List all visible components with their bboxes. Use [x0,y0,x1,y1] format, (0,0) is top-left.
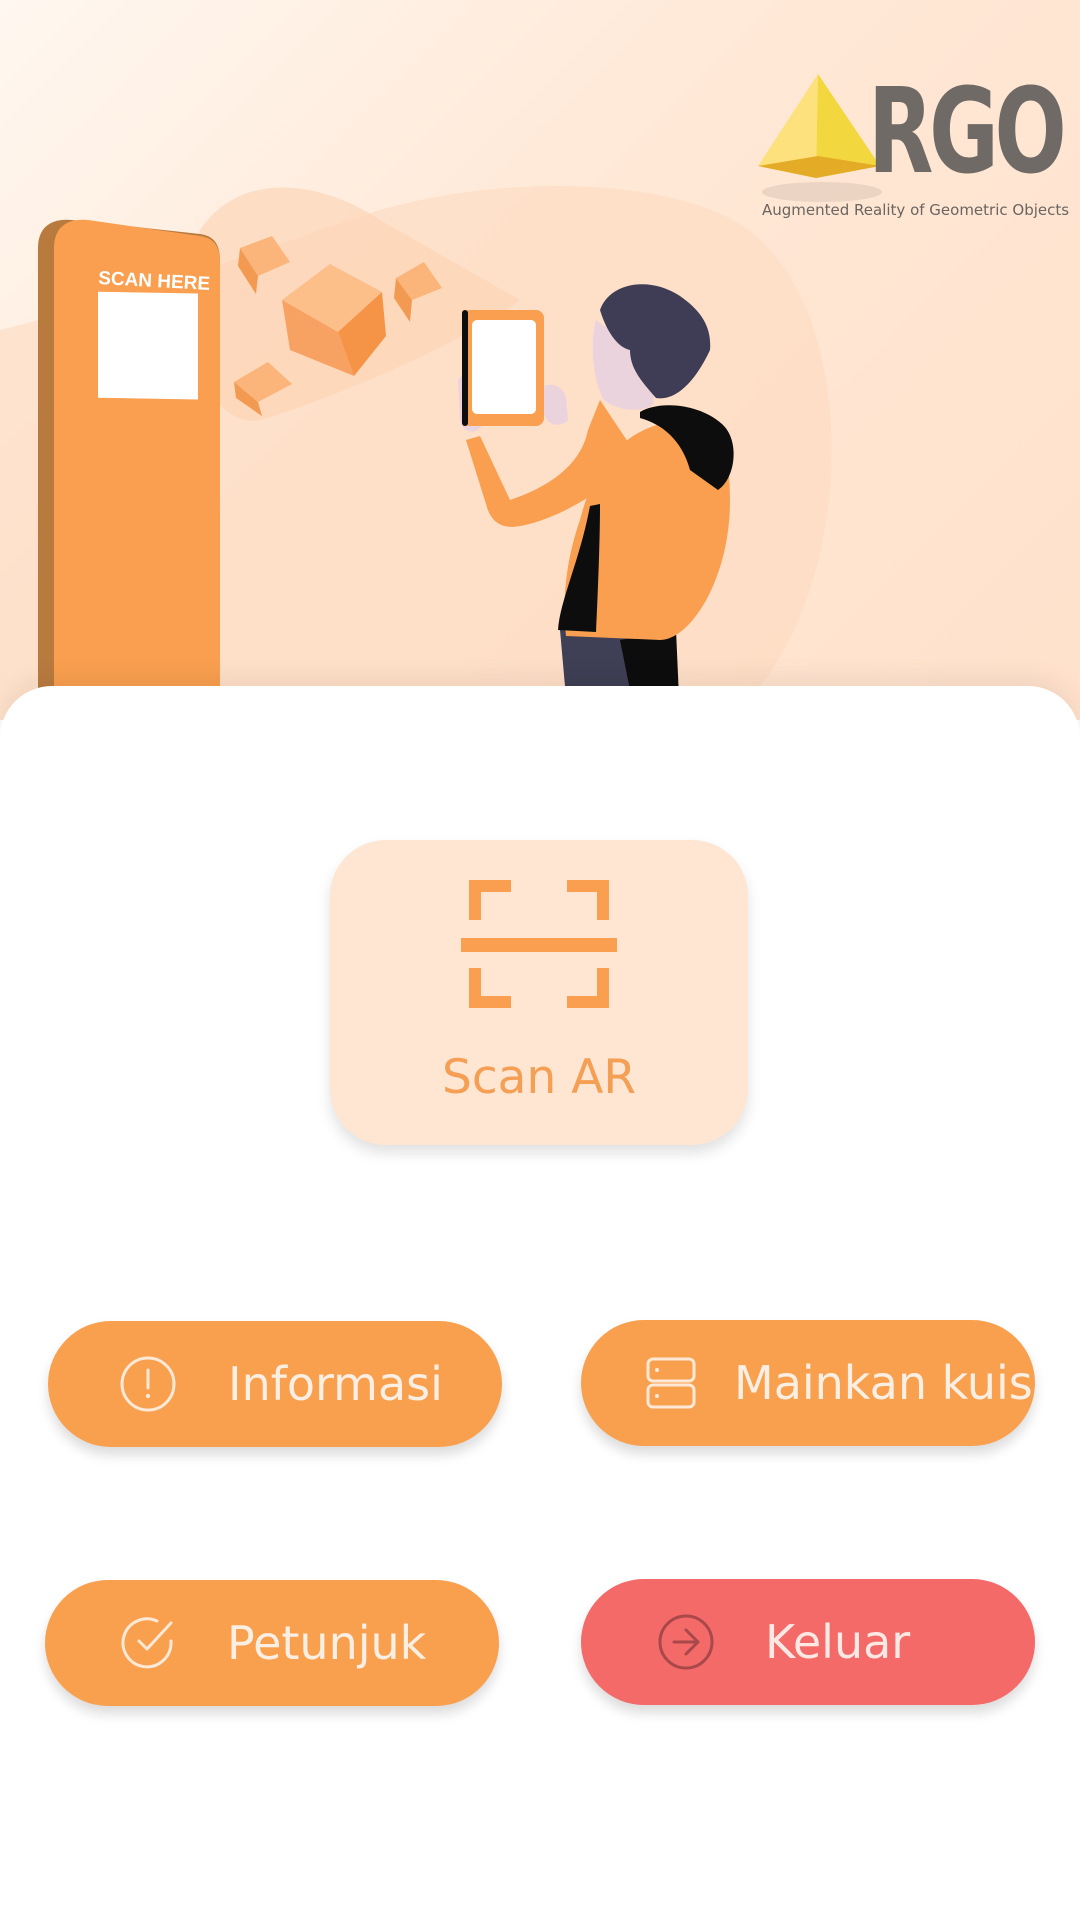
scan-ar-label: Scan AR [441,1050,636,1105]
keluar-button[interactable]: Keluar [581,1579,1035,1705]
keluar-label: Keluar [765,1615,911,1669]
mainkan-kuis-button[interactable]: Mainkan kuis [581,1320,1035,1446]
informasi-label: Informasi [228,1357,443,1411]
alert-circle-icon [120,1356,176,1412]
app-tagline: Augmented Reality of Geometric Objects [762,201,1070,219]
server-icon [646,1357,696,1409]
arrow-right-circle-icon [658,1614,714,1670]
app-logo-text: RGO [868,62,1067,200]
scan-frame-icon [461,880,617,1008]
check-circle-icon [121,1617,173,1669]
hero-illustration: SCAN HERE RGO Augmented Reality of Geome… [0,0,1080,720]
petunjuk-button[interactable]: Petunjuk [45,1580,499,1706]
mainkan-kuis-label: Mainkan kuis [734,1356,1033,1410]
scan-ar-button[interactable]: Scan AR [330,840,748,1145]
informasi-button[interactable]: Informasi [48,1321,502,1447]
petunjuk-label: Petunjuk [227,1616,427,1670]
